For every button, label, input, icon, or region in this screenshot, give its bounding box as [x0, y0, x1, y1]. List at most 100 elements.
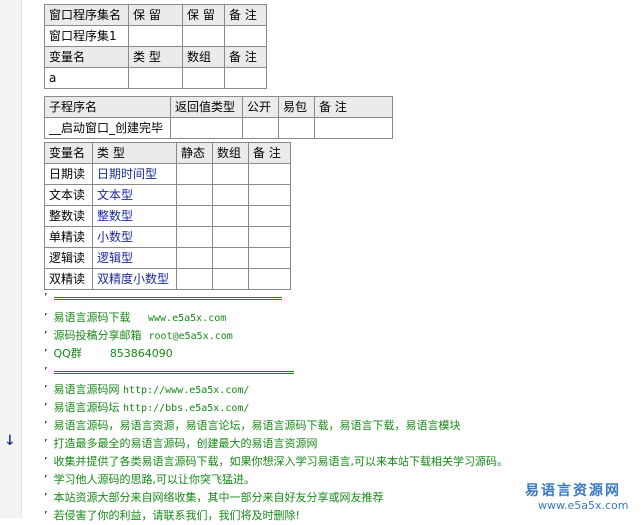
comment-text: 本站资源大部分来自网络收集，其中一部分来自好友分享或网友推荐: [53, 491, 384, 504]
header-cell: 保 留: [128, 4, 183, 26]
local-var-row[interactable]: 日期读 日期时间型: [44, 163, 291, 185]
var-name-cell[interactable]: 逻辑读: [44, 247, 93, 269]
local-var-row[interactable]: 双精读 双精度小数型: [44, 268, 291, 290]
subroutine-name-cell[interactable]: __启动窗口_创建完毕: [44, 117, 171, 139]
var-type-cell[interactable]: 逻辑型: [92, 247, 177, 269]
static-cell[interactable]: [176, 268, 213, 290]
array-cell[interactable]: [212, 205, 249, 227]
static-cell[interactable]: [176, 247, 213, 269]
comment-separator-line[interactable]: ’: [44, 289, 282, 307]
var-name-cell[interactable]: 文本读: [44, 184, 93, 206]
local-var-row[interactable]: 文本读 文本型: [44, 184, 291, 206]
comment-line-email[interactable]: ’ 源码投稿分享邮箱 root@e5a5x.com: [44, 327, 233, 345]
header-cell: 备 注: [314, 96, 393, 118]
local-var-row[interactable]: 整数读 整数型: [44, 205, 291, 227]
comment-text: 收集并提供了各类易语言源码下载，如果你想深入学习易语言,可以来本站下载相关学习源…: [53, 455, 509, 468]
comment-line-qq[interactable]: ’ QQ群 853864090: [44, 345, 173, 363]
comment-line-learn[interactable]: ’ 学习他人源码的思路,可以让你突飞猛进。: [44, 471, 255, 489]
subroutine-row[interactable]: __启动窗口_创建完毕: [44, 117, 393, 139]
remark-cell[interactable]: [248, 247, 291, 269]
static-cell[interactable]: [176, 184, 213, 206]
var-type-cell[interactable]: 整数型: [92, 205, 177, 227]
static-cell[interactable]: [176, 163, 213, 185]
remark-cell[interactable]: [248, 268, 291, 290]
header-cell: 数组: [182, 46, 225, 68]
header-cell: 备 注: [224, 46, 267, 68]
execution-arrow-icon: ↓: [4, 433, 16, 449]
var-name-cell[interactable]: 单精读: [44, 226, 93, 248]
header-cell: 窗口程序集名: [44, 4, 129, 26]
site-label: 易语言源码网: [53, 383, 120, 396]
comment-quote: ’: [44, 291, 48, 304]
var-name-cell[interactable]: 双精读: [44, 268, 93, 290]
array-cell[interactable]: [212, 268, 249, 290]
remark-cell[interactable]: [248, 184, 291, 206]
array-cell[interactable]: [212, 184, 249, 206]
comment-line-download[interactable]: ’ 易语言源码下载 www.e5a5x.com: [44, 309, 226, 327]
var-type-cell[interactable]: 日期时间型: [92, 163, 177, 185]
comment-quote: ’: [44, 383, 48, 396]
site-url: http://www.e5a5x.com/: [123, 385, 250, 396]
var-name-cell[interactable]: 整数读: [44, 205, 93, 227]
remark-cell[interactable]: [224, 25, 267, 47]
var-name-cell[interactable]: a: [44, 67, 129, 89]
header-cell: 变量名: [44, 142, 93, 164]
set-var-row[interactable]: a: [44, 67, 267, 89]
local-var-header-row: 变量名 类 型 静态 数组 备 注: [44, 142, 291, 164]
array-cell[interactable]: [212, 226, 249, 248]
set-var-header-row: 变量名 类 型 数组 备 注: [44, 46, 267, 68]
local-var-row[interactable]: 逻辑读 逻辑型: [44, 247, 291, 269]
forum-label: 易语言源码坛: [53, 401, 120, 414]
comment-line-contact[interactable]: ’ 若侵害了你的利益，请联系我们，我们将及时删除!: [44, 507, 300, 525]
comment-text: 若侵害了你的利益，请联系我们，我们将及时删除!: [53, 509, 300, 522]
subroutine-header-row: 子程序名 返回值类型 公开 易包 备 注: [44, 96, 393, 118]
static-cell[interactable]: [176, 205, 213, 227]
comment-separator-line[interactable]: ’: [44, 363, 294, 381]
reserved-cell[interactable]: [182, 25, 225, 47]
comment-quote: ’: [44, 329, 48, 342]
static-cell[interactable]: [176, 226, 213, 248]
comment-line-collect[interactable]: ’ 收集并提供了各类易语言源码下载，如果你想深入学习易语言,可以来本站下载相关学习…: [44, 453, 508, 471]
program-set-name-cell[interactable]: 窗口程序集1: [44, 25, 129, 47]
comment-text: 打造最多最全的易语言源码，创建最大的易语言资源网: [53, 437, 318, 450]
comment-line-keywords[interactable]: ’ 易语言源码，易语言资源，易语言论坛，易语言源码下载，易语言下载，易语言模块: [44, 417, 461, 435]
remark-cell[interactable]: [248, 205, 291, 227]
comment-line-source[interactable]: ’ 本站资源大部分来自网络收集，其中一部分来自好友分享或网友推荐: [44, 489, 384, 507]
var-type-cell[interactable]: [128, 67, 183, 89]
header-cell: 易包: [278, 96, 315, 118]
comment-line-forum[interactable]: ’ 易语言源码坛 http://bbs.e5a5x.com/: [44, 399, 249, 417]
reserved-cell[interactable]: [128, 25, 183, 47]
easy-package-cell[interactable]: [278, 117, 315, 139]
comment-quote: ’: [44, 347, 48, 360]
remark-cell[interactable]: [248, 163, 291, 185]
var-name-cell[interactable]: 日期读: [44, 163, 93, 185]
comment-quote: ’: [44, 365, 48, 378]
email-label: 源码投稿分享邮箱: [53, 329, 142, 342]
local-var-table: 变量名 类 型 静态 数组 备 注 日期读 日期时间型 文本读 文本型 整数读 …: [44, 142, 291, 290]
return-type-cell[interactable]: [170, 117, 243, 139]
var-type-cell[interactable]: 文本型: [92, 184, 177, 206]
remark-cell[interactable]: [314, 117, 393, 139]
var-type-cell[interactable]: 双精度小数型: [92, 268, 177, 290]
header-cell: 类 型: [128, 46, 183, 68]
var-type-cell[interactable]: 小数型: [92, 226, 177, 248]
local-var-row[interactable]: 单精读 小数型: [44, 226, 291, 248]
comment-text: 易语言源码，易语言资源，易语言论坛，易语言源码下载，易语言下载，易语言模块: [53, 419, 461, 432]
comment-line-build[interactable]: ’ 打造最多最全的易语言源码，创建最大的易语言资源网: [44, 435, 318, 453]
header-cell: 静态: [176, 142, 213, 164]
comment-quote: ’: [44, 311, 48, 324]
watermark-title: 易语言资源网: [525, 483, 621, 499]
array-cell[interactable]: [212, 163, 249, 185]
comment-line-site[interactable]: ’ 易语言源码网 http://www.e5a5x.com/: [44, 381, 249, 399]
comment-quote: ’: [44, 401, 48, 414]
comment-quote: ’: [44, 509, 48, 522]
remark-cell[interactable]: [248, 226, 291, 248]
subroutine-table: 子程序名 返回值类型 公开 易包 备 注 __启动窗口_创建完毕: [44, 96, 393, 139]
array-cell[interactable]: [212, 247, 249, 269]
public-cell[interactable]: [242, 117, 279, 139]
remark-cell[interactable]: [224, 67, 267, 89]
qq-label: QQ群: [53, 347, 82, 360]
var-array-cell[interactable]: [182, 67, 225, 89]
program-set-row[interactable]: 窗口程序集1: [44, 25, 267, 47]
header-cell: 备 注: [248, 142, 291, 164]
